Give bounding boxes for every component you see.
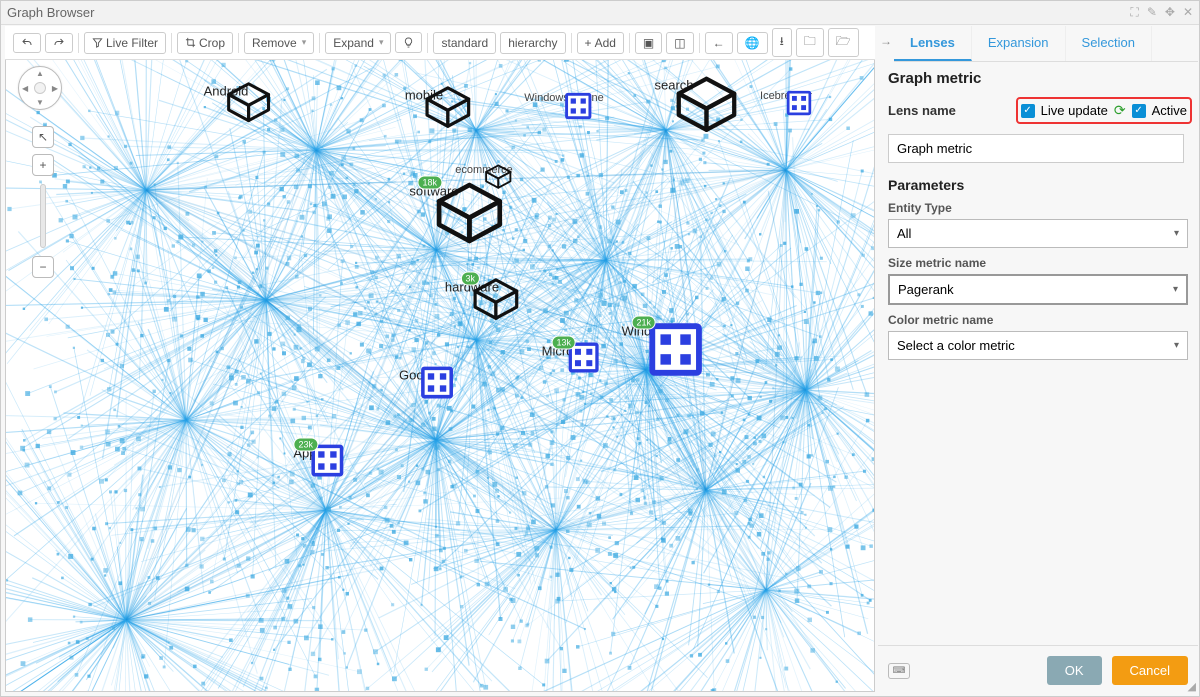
ok-button[interactable]: OK [1047, 656, 1102, 685]
window-title: Graph Browser [7, 5, 94, 20]
redo-button[interactable] [45, 33, 73, 53]
move-icon[interactable]: ✥ [1165, 5, 1175, 20]
separator [629, 33, 630, 53]
parameters-heading: Parameters [888, 177, 1188, 193]
pointer-tool[interactable]: ↖ [32, 126, 54, 148]
folder-icon[interactable]: 🗀 [796, 28, 824, 57]
layout-standard[interactable]: standard [433, 32, 496, 54]
separator [78, 33, 79, 53]
entity-type-select[interactable]: All [888, 219, 1188, 248]
pan-down-icon[interactable]: ▼ [36, 98, 44, 107]
panel-tabs: Lenses Expansion Selection [894, 26, 1198, 62]
live-update-checkbox[interactable]: ✓ [1021, 104, 1035, 118]
active-checkbox[interactable]: ✓ [1132, 104, 1146, 118]
edit-icon[interactable]: ✎ [1147, 5, 1157, 20]
lens-panel: → Lenses Expansion Selection Graph metri… [878, 26, 1198, 695]
left-tool-stack: ↖ + − [32, 126, 54, 278]
lightbulb-button[interactable] [395, 32, 422, 53]
remove-dropdown[interactable]: Remove [244, 32, 314, 54]
cancel-button[interactable]: Cancel [1112, 656, 1188, 685]
titlebar: Graph Browser ⛶ ✎ ✥ ✕ [1, 1, 1199, 25]
panel-footer: ⌨ OK Cancel [878, 645, 1198, 695]
separator [171, 33, 172, 53]
crop-button[interactable]: Crop [177, 32, 233, 54]
tab-expansion[interactable]: Expansion [972, 26, 1066, 61]
graph-viewport[interactable]: Androidmobile Windows Phonesearchecommer… [5, 59, 875, 692]
size-metric-label: Size metric name [888, 256, 1188, 270]
tab-selection[interactable]: Selection [1066, 26, 1152, 61]
separator [238, 33, 239, 53]
size-metric-select[interactable]: Pagerank [888, 274, 1188, 305]
lens-name-label: Lens name [888, 103, 956, 118]
color-metric-label: Color metric name [888, 313, 1188, 327]
frame-icon[interactable]: ◫ [666, 32, 693, 54]
color-metric-select[interactable]: Select a color metric [888, 331, 1188, 360]
folder-open-icon[interactable]: 🗁 [828, 28, 859, 57]
app-window: Graph Browser ⛶ ✎ ✥ ✕ Live Filter Crop R… [0, 0, 1200, 697]
download-icon[interactable]: ⭳ [772, 28, 792, 57]
entity-type-label: Entity Type [888, 201, 1188, 215]
active-label: Active [1152, 103, 1187, 118]
pan-right-icon[interactable]: ▶ [52, 84, 58, 93]
tab-lenses[interactable]: Lenses [894, 26, 972, 61]
image-export-icon[interactable]: ▣ [635, 32, 662, 54]
resize-handle-icon[interactable]: ◢ [1188, 680, 1196, 693]
live-update-label: Live update [1041, 103, 1108, 118]
live-filter-button[interactable]: Live Filter [84, 32, 166, 54]
globe-icon[interactable]: 🌐 [737, 32, 768, 54]
titlebar-controls: ⛶ ✎ ✥ ✕ [1130, 5, 1193, 20]
refresh-icon[interactable]: ⟳ [1114, 102, 1126, 119]
panel-heading: Graph metric [878, 62, 1198, 93]
keyboard-icon[interactable]: ⌨ [888, 663, 910, 679]
fullscreen-icon[interactable]: ⛶ [1130, 5, 1138, 20]
zoom-slider[interactable] [40, 184, 46, 248]
separator [571, 33, 572, 53]
live-update-highlight: ✓ Live update ⟳ ✓ Active [1016, 97, 1192, 124]
layout-hierarchy[interactable]: hierarchy [500, 32, 565, 54]
add-button[interactable]: + Add [577, 32, 624, 54]
pan-control[interactable]: ▲ ▼ ▶ ◀ [18, 66, 62, 110]
pan-up-icon[interactable]: ▲ [36, 69, 44, 78]
lens-name-input[interactable] [888, 134, 1184, 163]
lens-panel-body: Graph metric Lens name ✓ Live update ⟳ ✓… [878, 62, 1198, 645]
close-icon[interactable]: ✕ [1183, 5, 1193, 20]
separator [427, 33, 428, 53]
panel-collapse-icon[interactable]: → [878, 26, 894, 62]
toolbar: Live Filter Crop Remove Expand standard … [5, 26, 875, 60]
zoom-in-button[interactable]: + [32, 154, 54, 176]
expand-dropdown[interactable]: Expand [325, 32, 391, 54]
pan-left-icon[interactable]: ◀ [22, 84, 28, 93]
separator [319, 33, 320, 53]
graph-canvas[interactable]: Androidmobile Windows Phonesearchecommer… [6, 60, 874, 691]
separator [699, 33, 700, 53]
undo-button[interactable] [13, 33, 41, 53]
back-icon[interactable]: ← [705, 32, 733, 54]
zoom-out-button[interactable]: − [32, 256, 54, 278]
scatter-layer [6, 60, 874, 691]
